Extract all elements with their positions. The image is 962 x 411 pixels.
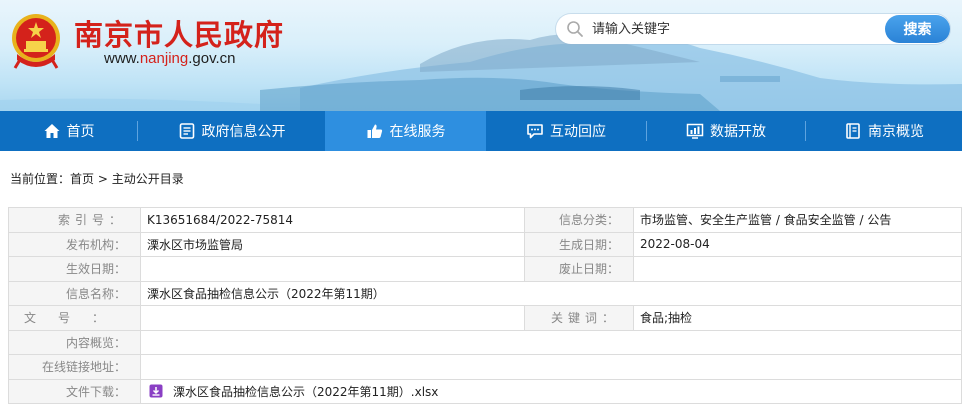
chart-icon bbox=[686, 122, 704, 140]
breadcrumb-home-link[interactable]: 首页 bbox=[70, 172, 94, 186]
table-row: 发布机构： 溧水区市场监管局 生成日期： 2022-08-04 bbox=[8, 231, 962, 257]
table-row: 文号： 关键词： 食品;抽检 bbox=[8, 305, 962, 331]
book-icon bbox=[844, 122, 862, 140]
doc-number-value bbox=[140, 305, 525, 331]
file-download-link[interactable]: 溧水区食品抽检信息公示（2022年第11期）.xlsx bbox=[173, 385, 438, 399]
created-date-value: 2022-08-04 bbox=[633, 231, 962, 257]
national-emblem-logo bbox=[12, 14, 60, 69]
table-row: 索引号： K13651684/2022-75814 信息分类： 市场监管、安全生… bbox=[8, 207, 962, 233]
nav-item-online-service[interactable]: 在线服务 bbox=[325, 111, 486, 151]
table-row: 文件下载： 溧水区食品抽检信息公示（2022年第11期）.xlsx bbox=[8, 378, 962, 404]
publisher-value: 溧水区市场监管局 bbox=[140, 231, 525, 257]
breadcrumb-separator: > bbox=[94, 172, 112, 186]
summary-label: 内容概览： bbox=[8, 329, 141, 355]
table-row: 在线链接地址： bbox=[8, 354, 962, 380]
domain-suffix: .gov.cn bbox=[188, 50, 236, 67]
category-value: 市场监管、安全生产监管 / 食品安全监管 / 公告 bbox=[633, 207, 962, 233]
info-name-value: 溧水区食品抽检信息公示（2022年第11期） bbox=[140, 280, 962, 306]
nav-item-interaction[interactable]: 互动回应 bbox=[486, 111, 646, 151]
table-row: 生效日期： 废止日期： bbox=[8, 256, 962, 282]
header-banner: 南京市人民政府 www.nanjing.gov.cn 搜索 bbox=[0, 0, 962, 111]
publisher-label: 发布机构： bbox=[8, 231, 141, 257]
document-icon bbox=[178, 122, 196, 140]
summary-value bbox=[140, 329, 962, 355]
site-title: 南京市人民政府 bbox=[74, 18, 285, 52]
index-label: 索引号： bbox=[8, 207, 141, 233]
search-input[interactable] bbox=[592, 18, 872, 40]
doc-number-label: 文号： bbox=[8, 305, 141, 331]
nav-item-open-data[interactable]: 数据开放 bbox=[647, 111, 805, 151]
main-nav: 首页 政府信息公开 在线服务 互动回应 数据开放 南京概览 bbox=[0, 111, 962, 151]
breadcrumb-prefix: 当前位置： bbox=[10, 172, 71, 186]
nav-item-gov-info[interactable]: 政府信息公开 bbox=[138, 111, 325, 151]
info-metadata-table: 索引号： K13651684/2022-75814 信息分类： 市场监管、安全生… bbox=[8, 207, 962, 404]
table-row: 内容概览： bbox=[8, 329, 962, 355]
table-row: 信息名称： 溧水区食品抽检信息公示（2022年第11期） bbox=[8, 280, 962, 306]
nav-item-label: 政府信息公开 bbox=[201, 124, 286, 140]
chat-icon bbox=[526, 122, 544, 140]
expired-date-label: 废止日期： bbox=[524, 256, 634, 282]
effective-date-value bbox=[140, 256, 525, 282]
keywords-label: 关键词： bbox=[524, 305, 634, 331]
effective-date-label: 生效日期： bbox=[8, 256, 141, 282]
download-file-icon bbox=[149, 384, 163, 398]
file-download-cell: 溧水区食品抽检信息公示（2022年第11期）.xlsx bbox=[140, 378, 962, 404]
search-button[interactable]: 搜索 bbox=[885, 15, 950, 43]
online-link-value bbox=[140, 354, 962, 380]
nav-item-label: 首页 bbox=[66, 124, 95, 140]
site-domain: www.nanjing.gov.cn bbox=[104, 50, 235, 67]
nav-item-home[interactable]: 首页 bbox=[0, 111, 137, 151]
nav-item-label: 在线服务 bbox=[389, 124, 446, 140]
domain-accent: nanjing bbox=[139, 50, 189, 67]
breadcrumb-current[interactable]: 主动公开目录 bbox=[112, 172, 184, 186]
category-label: 信息分类： bbox=[524, 207, 634, 233]
thumbs-up-icon bbox=[366, 122, 384, 140]
info-name-label: 信息名称： bbox=[8, 280, 141, 306]
expired-date-value bbox=[633, 256, 962, 282]
home-icon bbox=[43, 122, 61, 140]
nav-item-label: 数据开放 bbox=[710, 124, 766, 140]
index-value: K13651684/2022-75814 bbox=[140, 207, 525, 233]
search-icon bbox=[567, 21, 583, 37]
file-download-label: 文件下载： bbox=[8, 378, 141, 404]
nav-item-label: 南京概览 bbox=[868, 124, 924, 140]
breadcrumb: 当前位置：首页 > 主动公开目录 bbox=[10, 170, 184, 187]
domain-prefix: www. bbox=[104, 50, 140, 67]
nav-item-label: 互动回应 bbox=[550, 124, 606, 140]
keywords-value: 食品;抽检 bbox=[633, 305, 962, 331]
created-date-label: 生成日期： bbox=[524, 231, 634, 257]
nav-item-nanjing-overview[interactable]: 南京概览 bbox=[806, 111, 962, 151]
online-link-label: 在线链接地址： bbox=[8, 354, 141, 380]
